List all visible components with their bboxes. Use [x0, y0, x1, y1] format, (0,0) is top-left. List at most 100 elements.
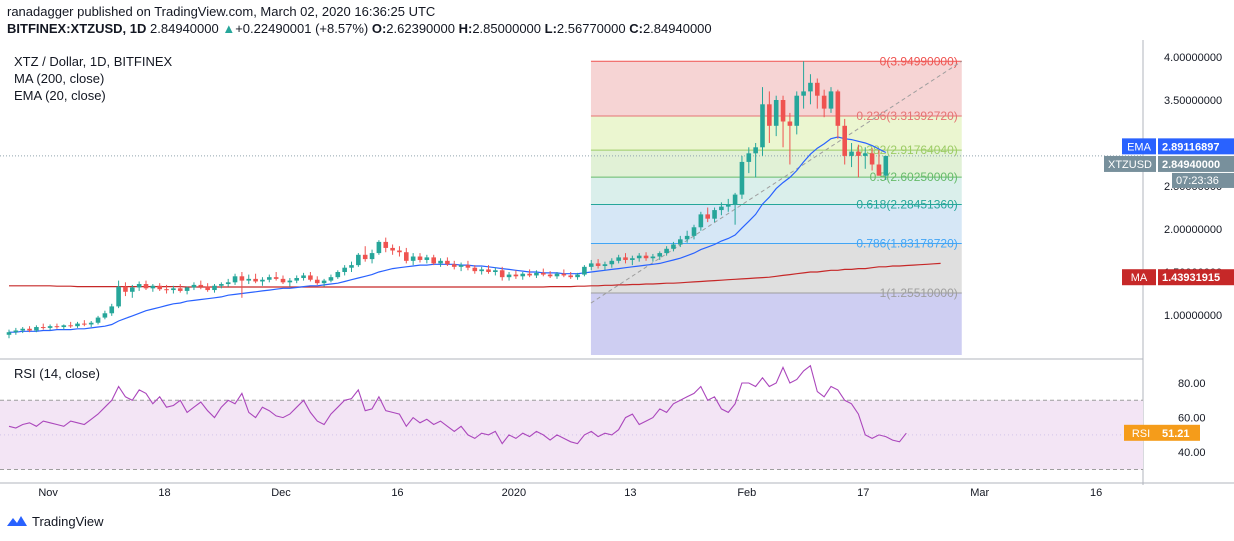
tradingview-brand[interactable]: TradingView: [6, 513, 104, 529]
candle-body: [712, 210, 717, 219]
candle-body: [773, 100, 779, 126]
rsi-tick-label: 80.00: [1178, 378, 1206, 390]
candle-body: [760, 104, 765, 148]
price-tick-label: 2.00000000: [1164, 224, 1222, 236]
rsi-tick-label: 40.00: [1178, 447, 1206, 459]
candle-body: [883, 155, 889, 176]
candle-body: [301, 275, 306, 279]
candle-body: [20, 328, 25, 331]
candle-body: [54, 326, 60, 328]
candle-body: [267, 277, 272, 280]
candle-body: [287, 280, 293, 283]
candle-body: [349, 265, 354, 268]
candle-body: [541, 272, 546, 275]
candle-body: [116, 286, 121, 307]
candle-body: [499, 270, 505, 278]
time-tick-label: Feb: [737, 487, 756, 499]
time-tick-label: 16: [391, 487, 403, 499]
candle-body: [746, 153, 752, 162]
candle-body: [75, 323, 80, 327]
candle-body: [547, 274, 553, 277]
rsi-tick-label: 60.00: [1178, 413, 1206, 425]
candle-body: [780, 100, 786, 122]
candle-body: [47, 326, 53, 328]
candle-body: [856, 151, 861, 156]
candle-body: [431, 257, 436, 264]
countdown-label: 07:23:36: [1176, 175, 1219, 187]
candle-body: [328, 277, 334, 281]
candle-body: [465, 265, 471, 268]
candle-body: [664, 248, 669, 254]
candle-body: [82, 323, 87, 325]
candle-body: [582, 266, 587, 275]
candle-body: [6, 332, 12, 335]
candle-body: [815, 82, 820, 96]
candle-body: [417, 256, 423, 260]
candle-body: [630, 258, 635, 260]
candle-body: [876, 164, 882, 176]
candle-body: [239, 276, 245, 281]
candle-body: [184, 287, 190, 291]
candle-body: [842, 125, 847, 156]
candle-body: [171, 288, 176, 291]
candle-body: [725, 204, 731, 207]
time-tick-label: 18: [158, 487, 170, 499]
candle-body: [616, 257, 621, 261]
price-tick-label: 1.00000000: [1164, 310, 1222, 322]
candle-body: [404, 252, 409, 261]
candle-body: [719, 206, 724, 211]
candle-body: [445, 260, 450, 265]
brand-name: TradingView: [32, 513, 104, 529]
candle-body: [205, 286, 210, 291]
candle-body: [376, 241, 382, 254]
candle-body: [636, 255, 642, 259]
candle-body: [568, 275, 573, 278]
rsi-band-fill: [0, 400, 1143, 470]
candle-body: [671, 244, 676, 249]
candle-body: [684, 235, 690, 240]
candle-body: [753, 147, 758, 154]
fib-level-label-0: 0(3.94990000): [880, 54, 958, 68]
candle-body: [808, 82, 813, 92]
legend-ema: EMA (20, close): [14, 88, 106, 103]
candle-body: [787, 121, 793, 126]
tag-ma-value: 1.43931915: [1162, 272, 1220, 284]
candle-body: [588, 263, 594, 267]
candle-body: [595, 263, 601, 266]
candle-body: [801, 91, 806, 96]
candle-body: [164, 289, 169, 291]
candle-body: [362, 254, 368, 260]
fib-level-label-1: 0.236(3.31392720): [856, 109, 957, 123]
candle-body: [869, 153, 875, 165]
candle-body: [273, 277, 279, 279]
candle-body: [828, 91, 834, 109]
candle-body: [198, 284, 204, 287]
candle-body: [40, 327, 46, 329]
candle-body: [650, 256, 656, 259]
candle-body: [438, 260, 443, 264]
candle-body: [561, 273, 567, 276]
candle-body: [335, 272, 341, 278]
fib-zone-6: [590, 293, 962, 355]
candle-body: [732, 194, 738, 205]
candle-body: [150, 285, 156, 289]
candle-body: [472, 267, 478, 272]
candle-body: [767, 104, 772, 126]
time-tick-label: 16: [1090, 487, 1102, 499]
candle-body: [212, 285, 217, 291]
candle-body: [219, 284, 224, 286]
candle-body: [34, 327, 39, 331]
candle-body: [794, 95, 800, 126]
candle-body: [486, 269, 491, 272]
time-tick-label: 2020: [502, 487, 526, 499]
tag-ema-label: EMA: [1127, 141, 1152, 153]
candle-body: [678, 239, 683, 245]
candle-body: [493, 270, 498, 272]
candle-body: [342, 267, 347, 272]
candle-body: [527, 273, 532, 276]
candle-body: [691, 227, 697, 236]
price-chart[interactable]: 0(3.94990000)0.236(3.31392720)0.382(2.91…: [0, 0, 1234, 541]
candle-body: [657, 253, 663, 257]
fib-level-label-3: 0.5(2.60250000): [870, 170, 958, 184]
candle-body: [739, 161, 745, 195]
